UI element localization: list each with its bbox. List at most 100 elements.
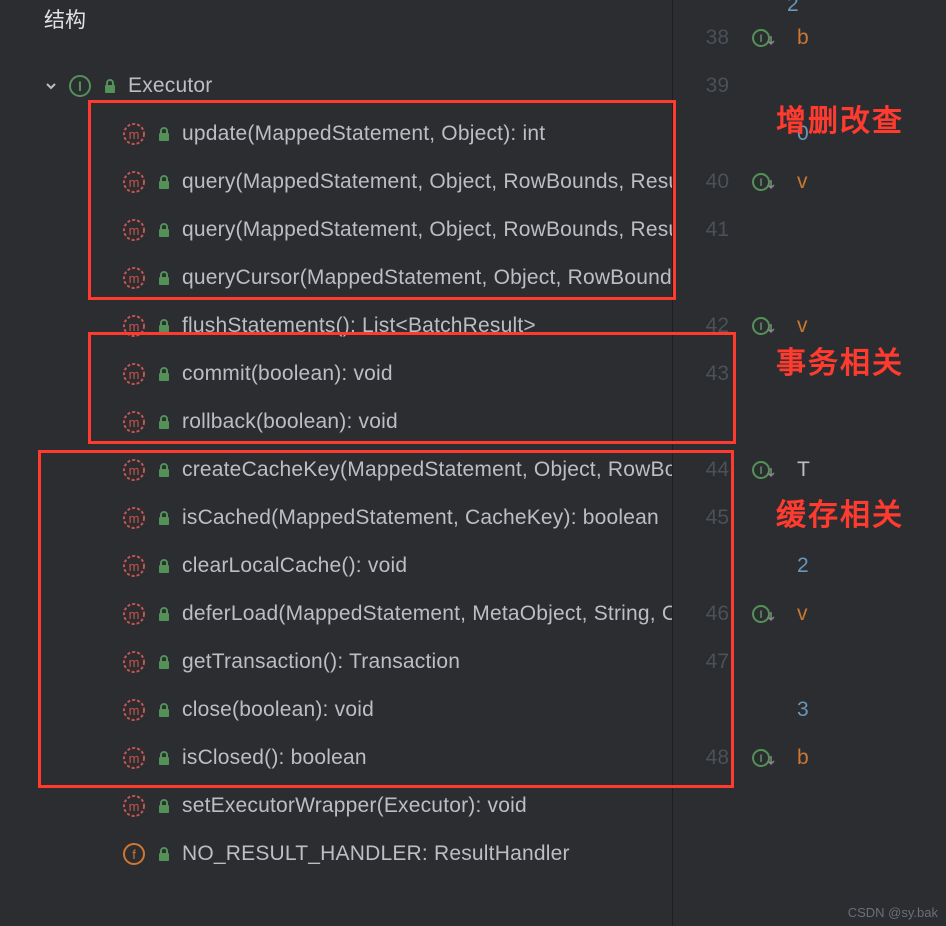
line-number[interactable]: 45 bbox=[673, 494, 729, 542]
code-preview-line bbox=[787, 398, 810, 446]
line-number[interactable] bbox=[673, 110, 729, 158]
lock-icon bbox=[156, 558, 172, 574]
method-icon bbox=[122, 458, 146, 482]
tree-children: update(MappedStatement, Object): int que… bbox=[44, 110, 672, 878]
method-label: getTransaction(): Transaction bbox=[182, 650, 460, 674]
method-icon bbox=[122, 602, 146, 626]
implements-marker-icon[interactable] bbox=[741, 734, 787, 782]
method-label: isClosed(): boolean bbox=[182, 746, 367, 770]
method-icon bbox=[122, 266, 146, 290]
method-icon bbox=[122, 554, 146, 578]
line-numbers: 38 39 40 41 42 43 44 45 46 47 48 bbox=[673, 0, 741, 926]
method-item[interactable]: clearLocalCache(): void bbox=[122, 542, 672, 590]
method-item[interactable]: getTransaction(): Transaction bbox=[122, 638, 672, 686]
method-item[interactable]: flushStatements(): List<BatchResult> bbox=[122, 302, 672, 350]
watermark: CSDN @sy.bak bbox=[848, 905, 938, 920]
lock-icon bbox=[156, 846, 172, 862]
method-item[interactable]: query(MappedStatement, Object, RowBounds… bbox=[122, 158, 672, 206]
code-preview-line: T bbox=[787, 446, 810, 494]
method-item[interactable]: setExecutorWrapper(Executor): void bbox=[122, 782, 672, 830]
code-numeric bbox=[673, 0, 729, 14]
code-preview-line bbox=[787, 254, 810, 302]
annotation-label-crud: 增删改查 bbox=[776, 96, 904, 140]
lock-icon bbox=[156, 798, 172, 814]
method-icon bbox=[122, 746, 146, 770]
code-preview-line: 2 bbox=[787, 542, 810, 590]
method-icon bbox=[122, 506, 146, 530]
field-item[interactable]: NO_RESULT_HANDLER: ResultHandler bbox=[122, 830, 672, 878]
method-label: isCached(MappedStatement, CacheKey): boo… bbox=[182, 506, 659, 530]
panel-title: 结构 bbox=[0, 0, 672, 62]
method-label: update(MappedStatement, Object): int bbox=[182, 122, 545, 146]
code-preview-line: v bbox=[787, 590, 810, 638]
code-preview-line: b bbox=[787, 14, 810, 62]
method-item[interactable]: isClosed(): boolean bbox=[122, 734, 672, 782]
method-icon bbox=[122, 650, 146, 674]
line-number[interactable]: 41 bbox=[673, 206, 729, 254]
lock-icon bbox=[156, 366, 172, 382]
line-number[interactable]: 48 bbox=[673, 734, 729, 782]
method-item[interactable]: queryCursor(MappedStatement, Object, Row… bbox=[122, 254, 672, 302]
method-icon bbox=[122, 794, 146, 818]
structure-panel: 结构 Executor update(MappedStatement, Obje… bbox=[0, 0, 672, 926]
lock-icon bbox=[156, 270, 172, 286]
line-number[interactable]: 39 bbox=[673, 62, 729, 110]
line-number[interactable]: 38 bbox=[673, 14, 729, 62]
lock-icon bbox=[156, 318, 172, 334]
lock-icon bbox=[156, 510, 172, 526]
method-label: queryCursor(MappedStatement, Object, Row… bbox=[182, 266, 672, 290]
method-item[interactable]: close(boolean): void bbox=[122, 686, 672, 734]
implements-marker-icon[interactable] bbox=[741, 14, 787, 62]
method-item[interactable]: isCached(MappedStatement, CacheKey): boo… bbox=[122, 494, 672, 542]
code-preview-line: 3 bbox=[787, 686, 810, 734]
method-item[interactable]: rollback(boolean): void bbox=[122, 398, 672, 446]
method-icon bbox=[122, 410, 146, 434]
line-number[interactable] bbox=[673, 686, 729, 734]
tree-root-executor[interactable]: Executor bbox=[44, 62, 672, 110]
line-number[interactable] bbox=[673, 398, 729, 446]
lock-icon bbox=[156, 702, 172, 718]
field-label: NO_RESULT_HANDLER: ResultHandler bbox=[182, 842, 570, 866]
line-number[interactable]: 40 bbox=[673, 158, 729, 206]
code-preview-line: v bbox=[787, 158, 810, 206]
lock-icon bbox=[102, 78, 118, 94]
method-icon bbox=[122, 698, 146, 722]
implements-marker-icon[interactable] bbox=[741, 590, 787, 638]
method-icon bbox=[122, 218, 146, 242]
method-label: flushStatements(): List<BatchResult> bbox=[182, 314, 536, 338]
code-preview-line: b bbox=[787, 734, 810, 782]
method-item[interactable]: update(MappedStatement, Object): int bbox=[122, 110, 672, 158]
annotation-label-transaction: 事务相关 bbox=[776, 338, 904, 382]
code-preview-line bbox=[787, 206, 810, 254]
lock-icon bbox=[156, 174, 172, 190]
method-label: commit(boolean): void bbox=[182, 362, 393, 386]
interface-icon bbox=[68, 74, 92, 98]
line-number[interactable]: 47 bbox=[673, 638, 729, 686]
implements-marker-icon[interactable] bbox=[741, 446, 787, 494]
structure-tree: Executor update(MappedStatement, Object)… bbox=[0, 62, 672, 878]
method-icon bbox=[122, 122, 146, 146]
line-number[interactable]: 43 bbox=[673, 350, 729, 398]
line-number[interactable]: 42 bbox=[673, 302, 729, 350]
lock-icon bbox=[156, 750, 172, 766]
method-label: query(MappedStatement, Object, RowBounds… bbox=[182, 218, 672, 242]
lock-icon bbox=[156, 126, 172, 142]
method-icon bbox=[122, 314, 146, 338]
code-numeric: 2 bbox=[787, 0, 810, 14]
lock-icon bbox=[156, 606, 172, 622]
method-item[interactable]: deferLoad(MappedStatement, MetaObject, S… bbox=[122, 590, 672, 638]
implements-marker-icon[interactable] bbox=[741, 158, 787, 206]
method-item[interactable]: query(MappedStatement, Object, RowBounds… bbox=[122, 206, 672, 254]
line-number[interactable] bbox=[673, 542, 729, 590]
chevron-down-icon[interactable] bbox=[44, 79, 58, 93]
line-number[interactable] bbox=[673, 254, 729, 302]
lock-icon bbox=[156, 414, 172, 430]
method-label: close(boolean): void bbox=[182, 698, 374, 722]
line-number[interactable]: 44 bbox=[673, 446, 729, 494]
annotation-label-cache: 缓存相关 bbox=[776, 490, 904, 534]
method-label: rollback(boolean): void bbox=[182, 410, 398, 434]
method-item[interactable]: createCacheKey(MappedStatement, Object, … bbox=[122, 446, 672, 494]
lock-icon bbox=[156, 654, 172, 670]
method-item[interactable]: commit(boolean): void bbox=[122, 350, 672, 398]
line-number[interactable]: 46 bbox=[673, 590, 729, 638]
